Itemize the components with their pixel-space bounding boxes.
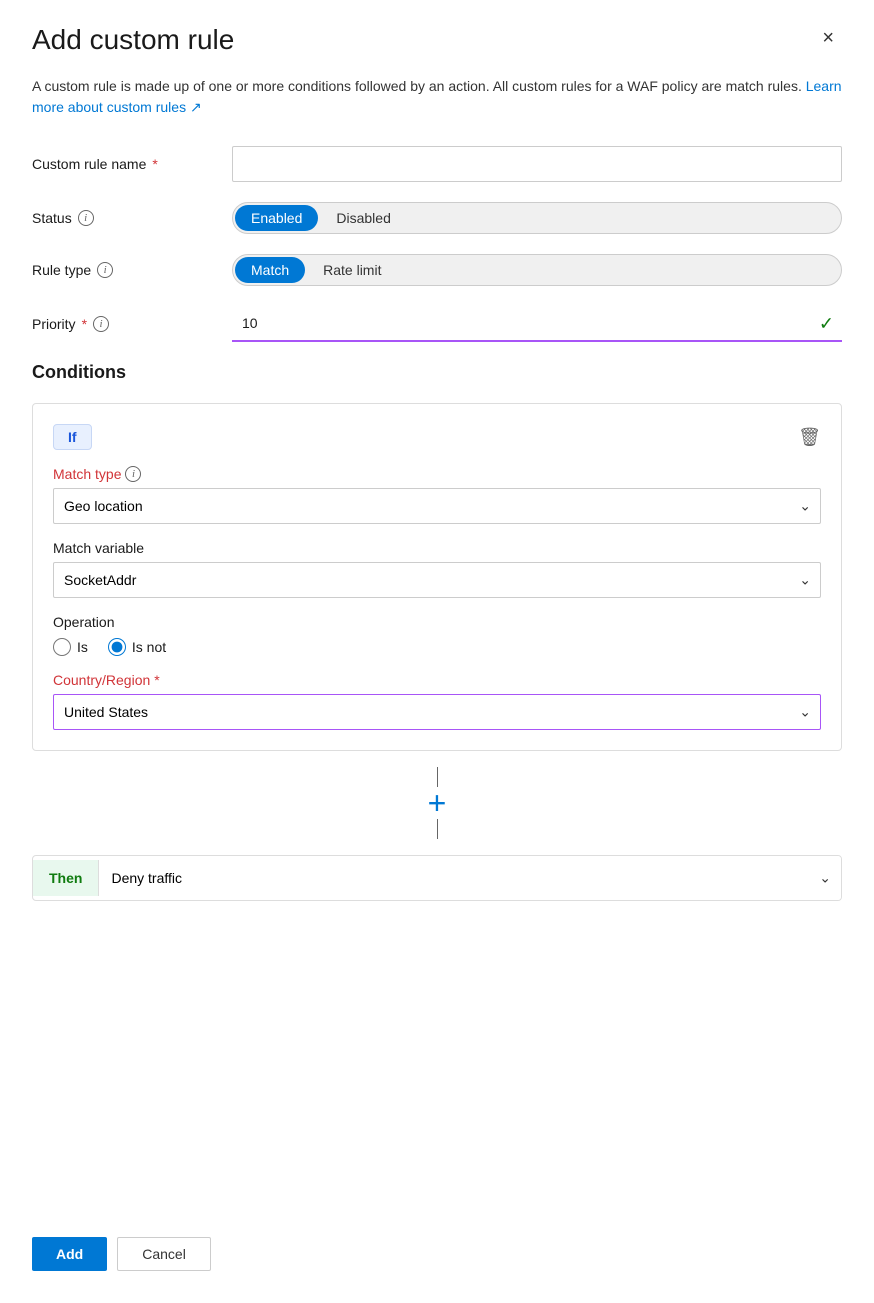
- match-variable-dropdown-wrap: SocketAddr RemoteAddr RequestMethod ⌄: [53, 562, 821, 598]
- add-custom-rule-dialog: Add custom rule × A custom rule is made …: [0, 0, 874, 1303]
- match-variable-dropdown[interactable]: SocketAddr RemoteAddr RequestMethod: [53, 562, 821, 598]
- match-type-info-icon: i: [125, 466, 141, 482]
- operation-is-option[interactable]: Is: [53, 638, 88, 656]
- footer-buttons: Add Cancel: [32, 1205, 842, 1271]
- if-badge: If: [53, 424, 92, 450]
- conditions-section: Conditions If 🗑 Match type i Geo locatio…: [32, 362, 842, 901]
- rule-type-row: Rule type i Match Rate limit: [32, 254, 842, 286]
- conditions-title: Conditions: [32, 362, 842, 383]
- match-type-label-row: Match type i: [53, 466, 821, 482]
- priority-input[interactable]: [232, 306, 842, 342]
- priority-check-icon: ✓: [819, 314, 834, 335]
- status-toggle-group: Enabled Disabled: [232, 202, 842, 234]
- operation-isnot-radio[interactable]: [108, 638, 126, 656]
- rule-type-ratelimit-button[interactable]: Rate limit: [307, 257, 397, 283]
- custom-rule-name-label: Custom rule name *: [32, 156, 232, 172]
- status-info-icon: i: [78, 210, 94, 226]
- match-type-dropdown[interactable]: Geo location IP address Request method R…: [53, 488, 821, 524]
- dialog-header: Add custom rule ×: [32, 24, 842, 56]
- status-toggle-wrap: Enabled Disabled: [232, 202, 842, 234]
- rule-type-label: Rule type i: [32, 262, 232, 278]
- then-action-wrap: Deny traffic Allow traffic Log ⌄: [99, 856, 841, 900]
- custom-rule-name-row: Custom rule name *: [32, 146, 842, 182]
- connector-section: +: [32, 751, 842, 855]
- priority-info-icon: i: [93, 316, 109, 332]
- operation-section: Operation Is Is not: [53, 614, 821, 656]
- add-condition-button[interactable]: +: [421, 787, 453, 819]
- match-type-dropdown-wrap: Geo location IP address Request method R…: [53, 488, 821, 524]
- delete-condition-button[interactable]: 🗑: [798, 427, 821, 448]
- close-button[interactable]: ×: [814, 24, 842, 52]
- connector-line-top: [437, 767, 438, 787]
- status-enabled-button[interactable]: Enabled: [235, 205, 318, 231]
- rule-type-toggle-group: Match Rate limit: [232, 254, 842, 286]
- dialog-description: A custom rule is made up of one or more …: [32, 76, 842, 118]
- country-region-label: Country/Region *: [53, 672, 821, 688]
- priority-required-star: *: [82, 316, 87, 332]
- rule-type-match-button[interactable]: Match: [235, 257, 305, 283]
- condition-header: If 🗑: [53, 424, 821, 450]
- country-region-dropdown[interactable]: United States Canada United Kingdom Germ…: [53, 694, 821, 730]
- match-variable-label: Match variable: [53, 540, 821, 556]
- priority-wrap: ✓: [232, 306, 842, 342]
- custom-rule-name-wrap: [232, 146, 842, 182]
- connector-line-bottom: [437, 819, 438, 839]
- status-disabled-button[interactable]: Disabled: [320, 205, 406, 231]
- cancel-button[interactable]: Cancel: [117, 1237, 211, 1271]
- condition-box: If 🗑 Match type i Geo location IP addres…: [32, 403, 842, 751]
- operation-label: Operation: [53, 614, 821, 630]
- then-badge: Then: [33, 860, 99, 896]
- priority-label: Priority * i: [32, 316, 232, 332]
- rule-type-info-icon: i: [97, 262, 113, 278]
- operation-isnot-option[interactable]: Is not: [108, 638, 166, 656]
- status-label: Status i: [32, 210, 232, 226]
- country-region-section: Country/Region * United States Canada Un…: [53, 672, 821, 730]
- operation-radio-group: Is Is not: [53, 638, 821, 656]
- operation-is-radio[interactable]: [53, 638, 71, 656]
- priority-input-wrap: ✓: [232, 306, 842, 342]
- then-action-dropdown[interactable]: Deny traffic Allow traffic Log: [99, 856, 841, 900]
- priority-row: Priority * i ✓: [32, 306, 842, 342]
- external-link-icon: ↗: [190, 99, 202, 115]
- rule-type-toggle-wrap: Match Rate limit: [232, 254, 842, 286]
- country-region-dropdown-wrap: United States Canada United Kingdom Germ…: [53, 694, 821, 730]
- custom-rule-name-input[interactable]: [232, 146, 842, 182]
- dialog-title: Add custom rule: [32, 24, 234, 56]
- country-required-star: *: [154, 672, 159, 688]
- add-button[interactable]: Add: [32, 1237, 107, 1271]
- then-row: Then Deny traffic Allow traffic Log ⌄: [32, 855, 842, 901]
- status-row: Status i Enabled Disabled: [32, 202, 842, 234]
- required-star: *: [152, 156, 157, 172]
